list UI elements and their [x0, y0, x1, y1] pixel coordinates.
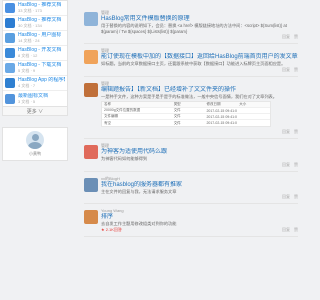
avatar[interactable] — [26, 131, 44, 149]
sidebar-item-meta: 33 文档 · 173 — [18, 8, 42, 13]
profile-card[interactable]: 小黄鸭 — [2, 127, 68, 161]
avatar[interactable] — [84, 210, 98, 224]
document-icon — [5, 93, 15, 104]
post-item: 管理 能订使现在模板中加的【数据接口】返回给HasBlog前端首页用户的发文章列表… — [84, 48, 298, 77]
attachment-table: 名称 类型 修改日期 大小 20000g文件位置的数据 文件 2017-02-15 09:4… — [101, 101, 271, 127]
post-footer: 回复赞 — [101, 129, 298, 135]
table-row[interactable]: 有空 文件 2017-02-15 09:41:08 — [102, 120, 270, 126]
post-action-button[interactable]: 赞 — [294, 227, 298, 233]
post-actions: 回复赞 — [282, 162, 298, 168]
avatar[interactable] — [84, 50, 98, 64]
post-action-button[interactable]: 回复 — [282, 194, 290, 200]
post-title[interactable]: 为神客为适使用代码么跟 — [101, 148, 298, 156]
sidebar-item[interactable]: HasBlog - 开发文档 8 文档 · 12 — [3, 46, 67, 61]
sidebar-item-meta: 30 文档 · 134 — [18, 23, 42, 28]
post-footer: 回复赞 — [101, 34, 298, 40]
post-actions: 回复赞 — [282, 34, 298, 40]
post-item: 管理 为神客为适使用代码么跟 为神客代码如何能够得到 回复赞 — [84, 143, 298, 172]
sidebar-item-meta: 4 文档 · 7 — [18, 83, 36, 88]
post-action-button[interactable]: 赞 — [294, 129, 298, 135]
post-footer: 回复赞 — [101, 162, 298, 168]
post-feed: 管理 HasBlog常用文件模版替换的原理 用于替换的内容的说明如下，会员：替换 <… — [84, 10, 298, 241]
sidebar-item[interactable]: HasBlog - 推荐文档 30 文档 · 134 — [3, 16, 67, 31]
post-actions: 回复赞 — [282, 129, 298, 135]
document-icon — [5, 33, 15, 43]
table-cell: 文件编辑 — [104, 114, 118, 118]
table-cell: 文件 — [173, 108, 181, 112]
sidebar-item-meta: 3 文档 · 5 — [18, 98, 36, 104]
table-cell: 20000g文件位置的数据 — [104, 108, 141, 112]
post-actions: 回复赞 — [282, 227, 298, 233]
document-icon — [5, 18, 15, 28]
post-item: Young Wang 排序 去自发工作主题用修改组类对到你的功能 ★ 2.1K回答 回复… — [84, 208, 298, 237]
post-action-button[interactable]: 赞 — [294, 67, 298, 73]
table-cell: 2017-02-15 09:41:08 — [206, 121, 238, 125]
sidebar-item[interactable]: HasBlog - 推荐文档 33 文档 · 173 — [3, 1, 67, 16]
post-action-button[interactable]: 回复 — [282, 34, 290, 40]
document-icon — [5, 63, 15, 73]
sidebar-item[interactable]: HasBlog App 的程序帮 4 文档 · 7 — [3, 76, 67, 91]
post-title[interactable]: 能订使现在模板中加的【数据接口】返回给HasBlog前端首页用户的发文章列表？ — [101, 53, 298, 61]
document-icon — [5, 3, 15, 13]
post-action-button[interactable]: 赞 — [294, 34, 298, 40]
sidebar: HasBlog - 推荐文档 33 文档 · 173 HasBlog - 推荐文档 3… — [2, 0, 68, 161]
sidebar-item-meta: 14 文档 · 24 — [18, 38, 40, 43]
post-actions: 回复赞 — [282, 194, 298, 200]
avatar[interactable] — [84, 145, 98, 159]
post-actions: 回复赞 — [282, 67, 298, 73]
avatar[interactable] — [84, 82, 98, 97]
post-body: 如标题。当前的文章数据接口主页，还要跟系统中获取【数据接口】功能进入标牌页主页面… — [101, 61, 286, 66]
avatar[interactable] — [84, 12, 98, 26]
table-cell: 有空 — [104, 120, 111, 125]
column-header: 类型 — [173, 102, 181, 106]
sidebar-item-meta: 5 文档 · 9 — [18, 68, 36, 73]
post-action-button[interactable]: 回复 — [282, 129, 290, 135]
table-cell: 文件 — [173, 120, 181, 125]
post-body: 一是种手文件，这种方案是手是手是手的标准做法，一般中央信号面情，我们在对了文章列… — [101, 93, 277, 99]
post-footer: 回复赞 — [101, 194, 298, 200]
post-action-button[interactable]: 赞 — [294, 162, 298, 168]
post-title[interactable]: HasBlog常用文件模版替换的原理 — [101, 15, 298, 23]
column-header: 大小 — [239, 102, 247, 106]
column-header: 名称 — [104, 102, 111, 106]
more-button[interactable]: 更多 ∨ — [2, 107, 68, 116]
sidebar-item[interactable]: 最新图标文档 3 文档 · 5 — [3, 91, 67, 106]
post-action-button[interactable]: 回复 — [282, 227, 290, 233]
post-footer: 回复赞 — [101, 67, 298, 73]
sidebar-item[interactable]: HasBlog - 下载文档 5 文档 · 9 — [3, 61, 67, 76]
post-title[interactable]: 排序 — [101, 213, 298, 221]
doc-list: HasBlog - 推荐文档 33 文档 · 173 HasBlog - 推荐文档 3… — [2, 0, 68, 107]
profile-name: 小黄鸭 — [29, 151, 41, 156]
post-title[interactable]: 我在hasblog的服务器都有推家 — [101, 181, 298, 189]
document-icon — [5, 78, 15, 88]
avatar[interactable] — [84, 177, 98, 192]
hot-badge: ★ 2.1K回答 — [101, 226, 122, 232]
post-item: xx的BlogH 我在hasblog的服务器都有推家 主在文件的回复与我，无法请求服… — [84, 176, 298, 204]
sidebar-item[interactable]: HasBlog - 用户图标 14 文档 · 24 — [3, 31, 67, 46]
post-item: 管理 HasBlog常用文件模版替换的原理 用于替换的内容的说明如下，会员：替换 <… — [84, 10, 298, 44]
post-item: 管理 编辑题报告】【新文档】已经增补了文文件夹的操作 一是种手文件，这种方案是手是手… — [84, 81, 298, 139]
post-title[interactable]: 编辑题报告】【新文档】已经增补了文文件夹的操作 — [101, 86, 298, 94]
post-body: 用于替换的内容的说明如下，会员：替换 <a href> 模版链接地址的方法中间：… — [101, 23, 287, 34]
table-cell: 文件 — [173, 114, 181, 118]
sidebar-item-meta: 8 文档 · 12 — [18, 53, 38, 58]
table-cell: 2017-02-15 09:41:08 — [206, 108, 238, 113]
column-header: 修改日期 — [206, 102, 221, 106]
table-cell: 2017-02-15 09:41:08 — [206, 114, 238, 119]
document-icon — [5, 48, 15, 58]
post-action-button[interactable]: 回复 — [282, 162, 290, 168]
post-action-button[interactable]: 回复 — [282, 67, 290, 73]
post-action-button[interactable]: 赞 — [294, 194, 298, 200]
post-footer: ★ 2.1K回答 回复赞 — [101, 227, 298, 233]
